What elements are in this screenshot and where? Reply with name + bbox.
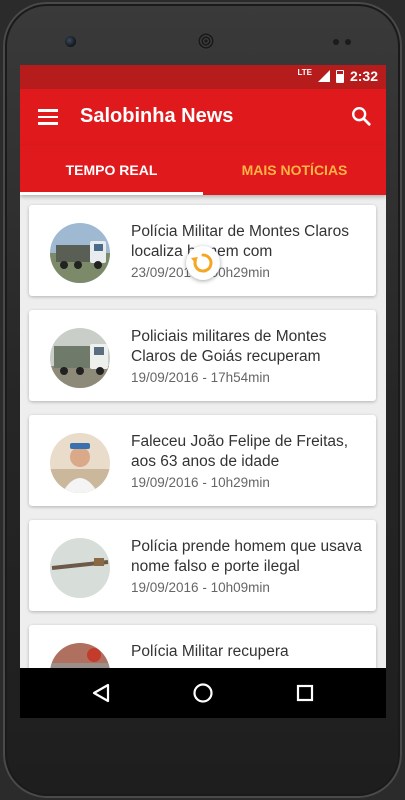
battery-icon xyxy=(335,69,344,83)
navigation-bar xyxy=(20,668,386,718)
tab-tempo-real[interactable]: TEMPO REAL xyxy=(20,145,203,195)
loading-spinner xyxy=(186,246,220,280)
news-title: Policiais militares de Montes Claros de … xyxy=(131,328,327,365)
recents-icon[interactable] xyxy=(290,678,320,708)
news-card[interactable]: Faleceu João Felipe de Freitas, aos 63 a… xyxy=(29,415,376,506)
news-thumbnail xyxy=(50,643,110,668)
news-title: Faleceu João Felipe de Freitas, aos 63 a… xyxy=(131,433,349,470)
news-date: 19/09/2016 - 17h54min xyxy=(131,370,270,385)
app-bar: Salobinha News xyxy=(20,89,386,145)
news-card[interactable]: Polícia prende homem que usava nome fals… xyxy=(29,520,376,611)
refresh-icon xyxy=(191,253,213,273)
status-time: 2:32 xyxy=(349,68,378,84)
light-sensor xyxy=(345,39,351,45)
tab-mais-noticias[interactable]: MAIS NOTÍCIAS xyxy=(203,145,386,195)
app-title: Salobinha News xyxy=(80,105,234,127)
news-title: Polícia Militar de Montes Claros localiz… xyxy=(131,223,349,260)
news-card[interactable]: Polícia Militar recupera xyxy=(29,625,376,668)
hamburger-icon[interactable] xyxy=(38,109,58,125)
news-thumbnail xyxy=(50,223,110,283)
news-date: 19/09/2016 - 10h29min xyxy=(131,475,270,490)
news-thumbnail xyxy=(50,433,110,493)
news-card[interactable]: Policiais militares de Montes Claros de … xyxy=(29,310,376,401)
news-date: 19/09/2016 - 10h09min xyxy=(131,580,270,595)
back-icon[interactable] xyxy=(86,678,116,708)
search-icon[interactable] xyxy=(350,105,372,127)
news-title: Polícia prende homem que usava nome fals… xyxy=(131,538,362,575)
signal-icon xyxy=(317,70,330,82)
status-bar: LTE 2:32 xyxy=(20,65,386,89)
tab-indicator xyxy=(20,192,203,195)
news-thumbnail xyxy=(50,328,110,388)
front-camera xyxy=(65,36,76,47)
home-icon[interactable] xyxy=(188,678,218,708)
news-title: Polícia Militar recupera xyxy=(131,643,289,660)
earpiece-speaker xyxy=(197,32,215,50)
tab-bar: TEMPO REAL MAIS NOTÍCIAS xyxy=(20,145,386,195)
lte-label: LTE xyxy=(297,67,312,77)
news-thumbnail xyxy=(50,538,110,598)
screen: LTE 2:32 Salobinha News TEMPO REAL MAIS … xyxy=(20,65,386,718)
proximity-sensor xyxy=(333,39,339,45)
